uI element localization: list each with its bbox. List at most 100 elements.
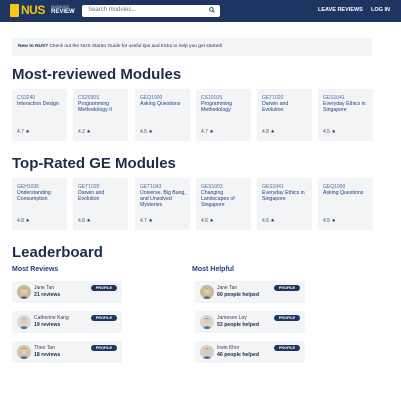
module-card[interactable]: GES1003 Changing Landscapes of Singapore 4… [196, 178, 251, 230]
user-name: Jane Tan [217, 285, 238, 291]
module-card[interactable]: CS1010S Programming Methodology 4.7 ★ [196, 89, 251, 141]
module-card[interactable]: GEH1036 Understanding Consumption 4.8 ★ [12, 178, 67, 230]
module-card[interactable]: GES1041 Everyday Ethics in Singapore 4.5 ★ [257, 178, 312, 230]
user-stat: 53 people helped [217, 322, 260, 328]
module-rating: 4.8 ★ [17, 218, 30, 224]
module-rating: 4.5 ★ [323, 218, 336, 224]
star-icon: ★ [86, 218, 91, 224]
profile-button[interactable]: PROFILE [91, 285, 117, 291]
star-icon: ★ [148, 129, 153, 135]
leaderboard-entry: Jameson Loy 53 people helped PROFILE [195, 311, 305, 333]
profile-button[interactable]: PROFILE [274, 345, 300, 351]
module-name: Darwin and Evolution [78, 190, 105, 202]
rating-value: 4.7 [17, 129, 24, 135]
top-nav: NUS NUSMODS REVIEW Search modules... LEA… [0, 0, 401, 22]
module-card[interactable]: GET1020 Darwin and Evolution 4.8 ★ [73, 178, 128, 230]
starter-guide-banner[interactable]: New to NUS? Check out the NUS Starter Gu… [12, 38, 372, 56]
rating-value: 4.7 [140, 218, 147, 224]
module-name: Everyday Ethics in Singapore [323, 101, 366, 113]
module-name: Universe, Big Bang, and Unsolved Mysteri… [140, 190, 186, 208]
module-rating: 4.5 ★ [140, 129, 153, 135]
rating-value: 4.2 [78, 129, 85, 135]
leaderboard-entry: Theo Tan 18 reviews PROFILE [12, 341, 122, 363]
rating-value: 4.5 [262, 218, 269, 224]
rating-value: 4.6 [201, 218, 208, 224]
profile-button[interactable]: PROFILE [274, 315, 300, 321]
rating-value: 4.5 [323, 129, 330, 135]
star-icon: ★ [331, 218, 336, 224]
banner-bold: New to NUS? [18, 44, 49, 49]
user-name: Jane Tan [34, 285, 55, 291]
leaderboard-entry: Irwin Khor 46 people helped PROFILE [195, 341, 305, 363]
user-stat: 19 reviews [34, 322, 61, 328]
user-stat: 18 reviews [34, 352, 61, 358]
leave-reviews-link[interactable]: LEAVE REVIEWS [318, 7, 363, 13]
leaderboard-title: Leaderboard [12, 244, 103, 261]
module-card[interactable]: CS3240 Interaction Design 4.7 ★ [12, 89, 67, 141]
avatar-icon [19, 317, 29, 329]
star-icon: ★ [209, 129, 214, 135]
leaderboard-entry: Jane Tan 60 people helped PROFILE [195, 281, 305, 303]
banner-text: New to NUS? Check out the NUS Starter Gu… [18, 44, 222, 49]
star-icon: ★ [331, 129, 336, 135]
module-card[interactable]: GET1020 Darwin and Evolution 4.8 ★ [257, 89, 312, 141]
module-card[interactable]: GET1043 Universe, Big Bang, and Unsolved … [135, 178, 190, 230]
star-icon: ★ [25, 218, 30, 224]
star-icon: ★ [209, 218, 214, 224]
module-name: Everyday Ethics in Singapore [262, 190, 305, 202]
avatar-icon [202, 287, 212, 299]
module-card[interactable]: GES1041 Everyday Ethics in Singapore 4.5 ★ [318, 89, 373, 141]
user-stat: 46 people helped [217, 352, 260, 358]
user-stat: 60 people helped [217, 292, 260, 298]
star-icon: ★ [270, 218, 275, 224]
module-name: Asking Questions [140, 101, 181, 107]
avatar-icon [19, 347, 29, 359]
module-name: Understanding Consumption [17, 190, 51, 202]
star-icon: ★ [25, 129, 30, 135]
avatar [17, 345, 31, 359]
rating-value: 4.5 [140, 129, 147, 135]
avatar [17, 285, 31, 299]
module-card[interactable]: GEQ1000 Asking Questions 4.5 ★ [135, 89, 190, 141]
most-helpful-title: Most Helpful [192, 266, 234, 273]
profile-button[interactable]: PROFILE [91, 345, 117, 351]
module-name: Darwin and Evolution [262, 101, 289, 113]
module-rating: 4.8 ★ [262, 129, 275, 135]
avatar-icon [202, 347, 212, 359]
rating-value: 4.5 [323, 218, 330, 224]
login-link[interactable]: LOG IN [371, 7, 390, 13]
module-name: Programming Methodology II [78, 101, 113, 113]
most-reviewed-title: Most-reviewed Modules [12, 66, 182, 83]
user-stat: 21 reviews [34, 292, 61, 298]
profile-button[interactable]: PROFILE [91, 315, 117, 321]
star-icon: ★ [86, 129, 91, 135]
avatar [200, 315, 214, 329]
module-card[interactable]: CS2030S Programming Methodology II 4.2 ★ [73, 89, 128, 141]
module-name: Changing Landscapes of Singapore [201, 190, 235, 208]
rating-value: 4.8 [262, 129, 269, 135]
profile-button[interactable]: PROFILE [274, 285, 300, 291]
avatar-icon [19, 287, 29, 299]
module-name: Interaction Design [17, 101, 59, 107]
module-card[interactable]: GEQ1000 Asking Questions 4.5 ★ [318, 178, 373, 230]
search-placeholder: Search modules... [88, 7, 137, 13]
module-rating: 4.2 ★ [78, 129, 91, 135]
leaderboard-entry: Catherine Kang 19 reviews PROFILE [12, 311, 122, 333]
avatar-icon [202, 317, 212, 329]
module-rating: 4.5 ★ [262, 218, 275, 224]
module-name: Asking Questions [323, 190, 364, 196]
user-name: Theo Tan [34, 345, 55, 351]
avatar [200, 345, 214, 359]
module-rating: 4.7 ★ [140, 218, 153, 224]
banner-message: Check out the NUS Starter Guide for usef… [48, 44, 223, 49]
module-rating: 4.7 ★ [201, 129, 214, 135]
module-rating: 4.8 ★ [78, 218, 91, 224]
leaderboard-entry: Jane Tan 21 reviews PROFILE [12, 281, 122, 303]
user-name: Jameson Loy [217, 315, 247, 321]
search-icon[interactable] [209, 7, 215, 13]
most-reviews-title: Most Reviews [12, 266, 59, 273]
avatar [17, 315, 31, 329]
logo-text: NUS [21, 3, 45, 17]
user-name: Catherine Kang [34, 315, 69, 321]
search-input[interactable]: Search modules... [82, 5, 220, 17]
